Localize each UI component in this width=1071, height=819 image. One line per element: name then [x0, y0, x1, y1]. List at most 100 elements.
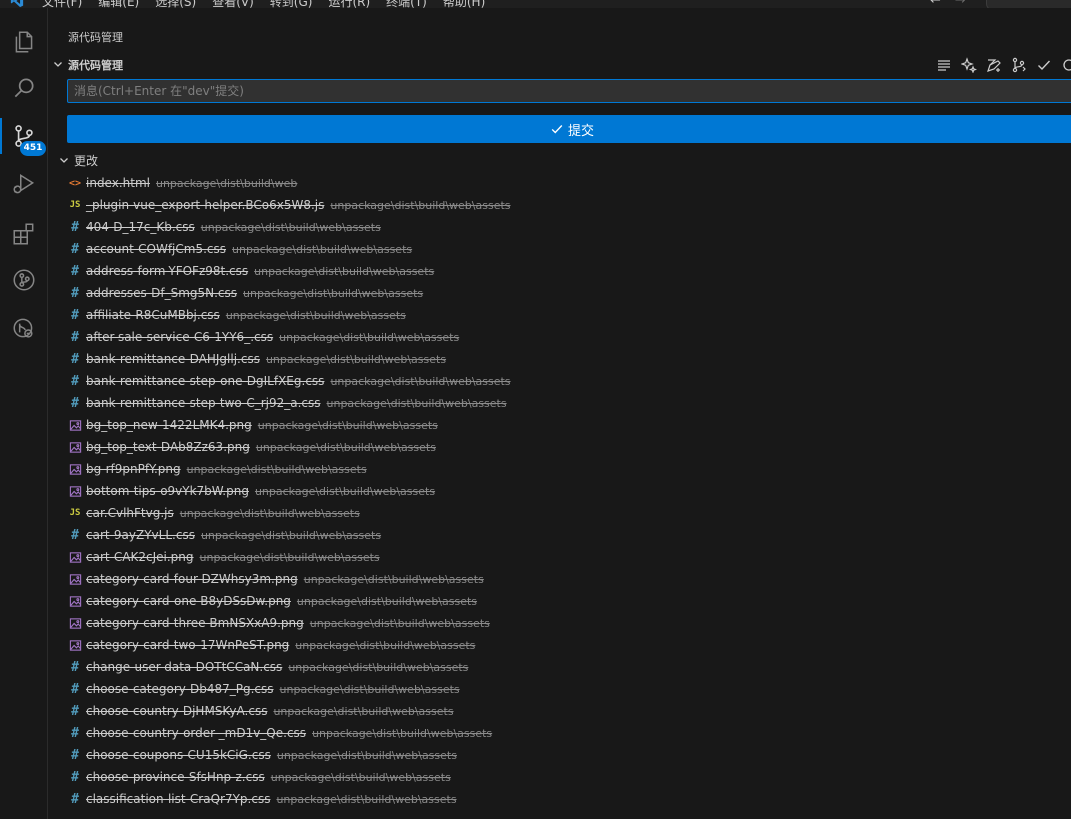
- file-name: car.CvlhFtvg.js: [86, 506, 174, 520]
- image-file-icon: [68, 616, 82, 630]
- file-row[interactable]: # after-sale-service-C6-1YY6_.css unpackag…: [48, 326, 1071, 348]
- file-row[interactable]: # choose-coupons-CU15kCiG.css unpackage\di…: [48, 744, 1071, 766]
- css-file-icon: #: [71, 307, 79, 323]
- file-path: unpackage\dist\build\web\assets: [200, 528, 382, 542]
- commit-button[interactable]: 提交: [67, 115, 1071, 143]
- file-path: unpackage\dist\build\web\assets: [295, 638, 476, 652]
- css-file-icon: #: [71, 725, 79, 741]
- commit-message-input[interactable]: [67, 79, 1071, 103]
- forward-arrow-icon[interactable]: →: [955, 0, 966, 8]
- activity-explorer[interactable]: [0, 20, 47, 64]
- file-name: change-user-data-DOTtCCaN.css: [86, 660, 283, 674]
- command-center[interactable]: [986, 0, 1071, 8]
- file-row[interactable]: # addresses-Df_Smg5N.css unpackage\dist\bu…: [48, 282, 1071, 304]
- file-path: unpackage\dist\build\web\assets: [243, 286, 424, 300]
- branch-button[interactable]: [1009, 56, 1028, 74]
- commit-check-button[interactable]: [1034, 56, 1053, 74]
- image-file-icon: [68, 572, 82, 586]
- css-file-icon: #: [71, 263, 79, 279]
- css-file-icon: #: [71, 219, 79, 235]
- file-row[interactable]: # account-COWfjCm5.css unpackage\dist\buil…: [48, 238, 1071, 260]
- file-row[interactable]: category-card-one-B8yDSsDw.png unpackage\…: [48, 590, 1071, 612]
- file-row[interactable]: bg_top_new-1422LMK4.png unpackage\dist\bu…: [48, 414, 1071, 436]
- file-row[interactable]: [48, 810, 1071, 818]
- menu-item[interactable]: 帮助(H): [443, 0, 485, 8]
- file-path: unpackage\dist\build\web\assets: [232, 242, 413, 256]
- file-name: choose-category-Db487_Pg.css: [86, 682, 274, 696]
- file-row[interactable]: JS _plugin-vue_export-helper.BCo6x5W8.js u…: [48, 194, 1071, 216]
- file-row[interactable]: # address-form-YFOFz98t.css unpackage\dist…: [48, 260, 1071, 282]
- file-name: after-sale-service-C6-1YY6_.css: [86, 330, 274, 344]
- file-name: index.html: [86, 176, 150, 190]
- file-row[interactable]: # choose-country-DjHMSKyA.css unpackage\di…: [48, 700, 1071, 722]
- file-path: unpackage\dist\build\web\assets: [265, 352, 447, 366]
- file-row[interactable]: # cart-9ayZYvLL.css unpackage\dist\build\w…: [48, 524, 1071, 546]
- file-row[interactable]: # affiliate-R8CuMBbj.css unpackage\dist\bu…: [48, 304, 1071, 326]
- file-row[interactable]: # choose-province-SfsHnp-z.css unpackage\d…: [48, 766, 1071, 788]
- run-debug-icon: [12, 173, 34, 194]
- file-row[interactable]: # bank-remittance-step-one-DgILfXEg.css un…: [48, 370, 1071, 392]
- back-arrow-icon[interactable]: ←: [930, 0, 941, 8]
- commit-pencil-icon: [986, 59, 1001, 72]
- file-path: unpackage\dist\build\web\assets: [309, 616, 490, 630]
- menu-item[interactable]: 选择(S): [155, 0, 196, 8]
- file-path: unpackage\dist\build\web\assets: [273, 704, 454, 718]
- file-row[interactable]: # bank-remittance-DAHJgllj.css unpackage\d…: [48, 348, 1071, 370]
- image-file-icon: [68, 594, 82, 608]
- activity-git-graph[interactable]: [0, 258, 47, 302]
- file-path: unpackage\dist\build\web\assets: [199, 550, 380, 564]
- changes-label: 更改: [74, 153, 99, 168]
- image-file-icon: [68, 440, 82, 454]
- generate-message-button[interactable]: [959, 56, 978, 74]
- file-row[interactable]: # change-user-data-DOTtCCaN.css unpackage\…: [48, 656, 1071, 678]
- menu-item[interactable]: 转到(G): [270, 0, 313, 8]
- activity-remote-explorer[interactable]: [0, 306, 47, 350]
- file-row[interactable]: category-card-four-DZWhsy3m.png unpackage…: [48, 568, 1071, 590]
- file-name: category-card-three-BmNSXxA9.png: [86, 616, 304, 630]
- menu-item[interactable]: 查看(V): [212, 0, 254, 8]
- file-row[interactable]: # choose-category-Db487_Pg.css unpackage\d…: [48, 678, 1071, 700]
- menu-item[interactable]: 编辑(E): [98, 0, 139, 8]
- activity-run-debug[interactable]: [0, 162, 47, 206]
- menu-bar: 文件(F) 编辑(E) 选择(S) 查看(V) 转到(G) 运行(R) 终端(T) 帮助(H)…: [0, 0, 1071, 8]
- file-path: unpackage\dist\build\web\assets: [296, 594, 478, 608]
- file-row[interactable]: bg_top_text-DAb8Zz63.png unpackage\dist\b…: [48, 436, 1071, 458]
- file-name: classification-list-CraQr7Yp.css: [86, 792, 271, 806]
- commit-amend-button[interactable]: [984, 56, 1003, 74]
- file-row[interactable]: category-card-two-17WnPeST.png unpackage\…: [48, 634, 1071, 656]
- check-icon: [1037, 60, 1050, 71]
- file-row[interactable]: cart-CAK2cJei.png unpackage\dist\build\we…: [48, 546, 1071, 568]
- chevron-down-icon[interactable]: [58, 154, 70, 166]
- image-file-icon: [68, 550, 82, 564]
- commit-button-label: 提交: [567, 123, 594, 139]
- image-file-icon: [68, 638, 82, 652]
- file-name: bg_top_new-1422LMK4.png: [86, 418, 252, 432]
- css-file-icon: #: [71, 329, 79, 345]
- file-row[interactable]: <> index.html unpackage\dist\build\web: [48, 172, 1071, 194]
- activity-extensions[interactable]: [0, 212, 47, 256]
- file-row[interactable]: bottom-tips-o9vYk7bW.png unpackage\dist\b…: [48, 480, 1071, 502]
- section-header[interactable]: 源代码管理: [48, 54, 1071, 76]
- file-path: unpackage\dist\build\web\assets: [257, 418, 438, 432]
- remote-explorer-icon: [12, 318, 33, 338]
- activity-search[interactable]: [0, 66, 47, 110]
- changes-group-header[interactable]: 更改: [58, 150, 98, 170]
- file-row[interactable]: bg-rf9pnPfY.png unpackage\dist\build\web\…: [48, 458, 1071, 480]
- file-row[interactable]: # bank-remittance-step-two-C_rj92_a.css un…: [48, 392, 1071, 414]
- file-row[interactable]: #404-D_17c_Kb.css unpackage\dist\build\we…: [48, 216, 1071, 238]
- view-as-list-button[interactable]: [934, 56, 953, 74]
- chevron-down-icon[interactable]: [52, 58, 64, 70]
- file-row[interactable]: JS car.CvlhFtvg.js unpackage\dist\build\we…: [48, 502, 1071, 524]
- file-row[interactable]: category-card-three-BmNSXxA9.png unpackag…: [48, 612, 1071, 634]
- activity-source-control[interactable]: 451: [0, 114, 47, 158]
- menu-item[interactable]: 终端(T): [386, 0, 427, 8]
- file-path: unpackage\dist\build\web\assets: [225, 308, 406, 322]
- refresh-button[interactable]: [1059, 56, 1071, 74]
- file-name: account-COWfjCm5.css: [86, 242, 227, 256]
- menu-item[interactable]: 文件(F): [42, 0, 82, 8]
- file-row[interactable]: # choose-country-order-_mD1v_Qe.css unpack…: [48, 722, 1071, 744]
- extensions-icon: [12, 223, 33, 245]
- menu-item[interactable]: 运行(R): [328, 0, 370, 8]
- file-path: unpackage\dist\build\web\assets: [279, 682, 460, 696]
- file-row[interactable]: # classification-list-CraQr7Yp.css unpacka…: [48, 788, 1071, 810]
